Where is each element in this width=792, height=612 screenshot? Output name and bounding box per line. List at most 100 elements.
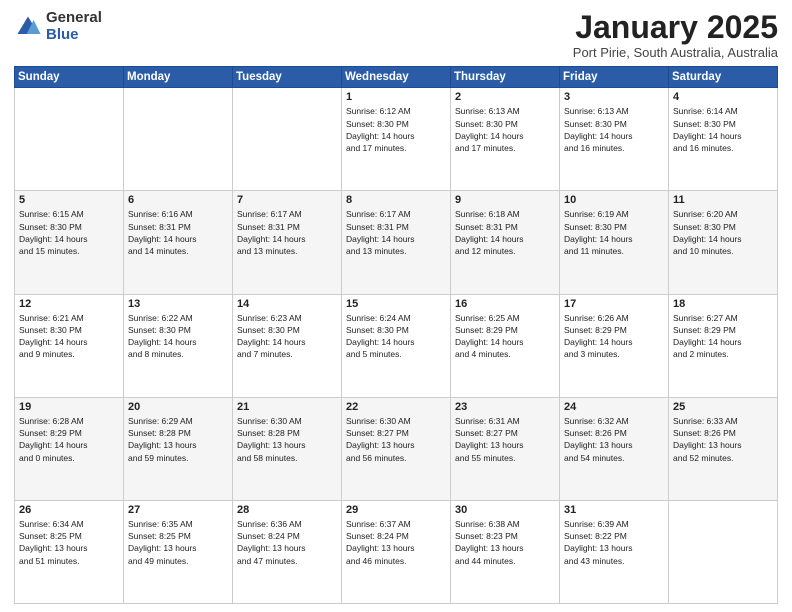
day-info: Sunrise: 6:38 AM Sunset: 8:23 PM Dayligh… <box>455 518 555 567</box>
month-title: January 2025 <box>573 10 778 45</box>
calendar-cell: 28 Sunrise: 6:36 AM Sunset: 8:24 PM Dayli… <box>233 500 342 603</box>
day-number: 24 <box>564 401 664 413</box>
day-info: Sunrise: 6:35 AM Sunset: 8:25 PM Dayligh… <box>128 518 228 567</box>
day-number: 21 <box>237 401 337 413</box>
calendar-cell: 15Sunrise: 6:24 AM Sunset: 8:30 PM Dayli… <box>342 294 451 397</box>
calendar-cell: 1 Sunrise: 6:12 AM Sunset: 8:30 PM Daylig… <box>342 88 451 191</box>
calendar-cell: 25Sunrise: 6:33 AM Sunset: 8:26 PM Dayli… <box>669 397 778 500</box>
day-info: Sunrise: 6:13 AM Sunset: 8:30 PM Dayligh… <box>455 105 555 154</box>
header: General Blue January 2025 Port Pirie, So… <box>14 10 778 60</box>
day-number: 5 <box>19 194 119 206</box>
calendar-week-2: 5 Sunrise: 6:15 AM Sunset: 8:30 PM Daylig… <box>15 191 778 294</box>
day-info: Sunrise: 6:12 AM Sunset: 8:30 PM Dayligh… <box>346 105 446 154</box>
day-number: 3 <box>564 91 664 103</box>
day-header-friday: Friday <box>560 67 669 88</box>
calendar-cell: 19Sunrise: 6:28 AM Sunset: 8:29 PM Dayli… <box>15 397 124 500</box>
calendar-cell: 21Sunrise: 6:30 AM Sunset: 8:28 PM Dayli… <box>233 397 342 500</box>
calendar-week-1: 1 Sunrise: 6:12 AM Sunset: 8:30 PM Daylig… <box>15 88 778 191</box>
day-number: 16 <box>455 298 555 310</box>
day-info: Sunrise: 6:15 AM Sunset: 8:30 PM Dayligh… <box>19 208 119 257</box>
calendar-cell: 2 Sunrise: 6:13 AM Sunset: 8:30 PM Daylig… <box>451 88 560 191</box>
day-info: Sunrise: 6:37 AM Sunset: 8:24 PM Dayligh… <box>346 518 446 567</box>
calendar-cell: 11Sunrise: 6:20 AM Sunset: 8:30 PM Dayli… <box>669 191 778 294</box>
day-info: Sunrise: 6:21 AM Sunset: 8:30 PM Dayligh… <box>19 312 119 361</box>
calendar-cell: 6 Sunrise: 6:16 AM Sunset: 8:31 PM Daylig… <box>124 191 233 294</box>
day-number: 28 <box>237 504 337 516</box>
day-number: 27 <box>128 504 228 516</box>
calendar-cell: 31 Sunrise: 6:39 AM Sunset: 8:22 PM Dayli… <box>560 500 669 603</box>
day-info: Sunrise: 6:17 AM Sunset: 8:31 PM Dayligh… <box>346 208 446 257</box>
day-header-thursday: Thursday <box>451 67 560 88</box>
day-number: 9 <box>455 194 555 206</box>
day-info: Sunrise: 6:28 AM Sunset: 8:29 PM Dayligh… <box>19 415 119 464</box>
day-number: 26 <box>19 504 119 516</box>
day-info: Sunrise: 6:23 AM Sunset: 8:30 PM Dayligh… <box>237 312 337 361</box>
day-info: Sunrise: 6:14 AM Sunset: 8:30 PM Dayligh… <box>673 105 773 154</box>
day-number: 22 <box>346 401 446 413</box>
day-number: 31 <box>564 504 664 516</box>
calendar-table: SundayMondayTuesdayWednesdayThursdayFrid… <box>14 66 778 604</box>
day-number: 14 <box>237 298 337 310</box>
day-number: 10 <box>564 194 664 206</box>
calendar-header-row: SundayMondayTuesdayWednesdayThursdayFrid… <box>15 67 778 88</box>
day-number: 2 <box>455 91 555 103</box>
day-info: Sunrise: 6:30 AM Sunset: 8:27 PM Dayligh… <box>346 415 446 464</box>
day-info: Sunrise: 6:18 AM Sunset: 8:31 PM Dayligh… <box>455 208 555 257</box>
calendar-cell <box>15 88 124 191</box>
day-number: 6 <box>128 194 228 206</box>
day-info: Sunrise: 6:25 AM Sunset: 8:29 PM Dayligh… <box>455 312 555 361</box>
day-header-tuesday: Tuesday <box>233 67 342 88</box>
calendar-cell: 26 Sunrise: 6:34 AM Sunset: 8:25 PM Dayli… <box>15 500 124 603</box>
calendar-cell: 10Sunrise: 6:19 AM Sunset: 8:30 PM Dayli… <box>560 191 669 294</box>
day-number: 12 <box>19 298 119 310</box>
calendar-week-3: 12 Sunrise: 6:21 AM Sunset: 8:30 PM Dayli… <box>15 294 778 397</box>
calendar-cell: 5 Sunrise: 6:15 AM Sunset: 8:30 PM Daylig… <box>15 191 124 294</box>
day-number: 30 <box>455 504 555 516</box>
day-info: Sunrise: 6:22 AM Sunset: 8:30 PM Dayligh… <box>128 312 228 361</box>
calendar-cell: 30 Sunrise: 6:38 AM Sunset: 8:23 PM Dayli… <box>451 500 560 603</box>
logo: General Blue <box>14 10 102 43</box>
calendar-cell: 20Sunrise: 6:29 AM Sunset: 8:28 PM Dayli… <box>124 397 233 500</box>
calendar-cell: 29Sunrise: 6:37 AM Sunset: 8:24 PM Dayli… <box>342 500 451 603</box>
calendar-cell: 13 Sunrise: 6:22 AM Sunset: 8:30 PM Dayli… <box>124 294 233 397</box>
day-info: Sunrise: 6:31 AM Sunset: 8:27 PM Dayligh… <box>455 415 555 464</box>
calendar-cell: 24 Sunrise: 6:32 AM Sunset: 8:26 PM Dayli… <box>560 397 669 500</box>
day-info: Sunrise: 6:27 AM Sunset: 8:29 PM Dayligh… <box>673 312 773 361</box>
day-info: Sunrise: 6:29 AM Sunset: 8:28 PM Dayligh… <box>128 415 228 464</box>
day-info: Sunrise: 6:34 AM Sunset: 8:25 PM Dayligh… <box>19 518 119 567</box>
calendar-cell: 23 Sunrise: 6:31 AM Sunset: 8:27 PM Dayli… <box>451 397 560 500</box>
day-number: 13 <box>128 298 228 310</box>
day-info: Sunrise: 6:16 AM Sunset: 8:31 PM Dayligh… <box>128 208 228 257</box>
calendar-cell: 17Sunrise: 6:26 AM Sunset: 8:29 PM Dayli… <box>560 294 669 397</box>
day-number: 17 <box>564 298 664 310</box>
day-number: 25 <box>673 401 773 413</box>
day-info: Sunrise: 6:32 AM Sunset: 8:26 PM Dayligh… <box>564 415 664 464</box>
day-info: Sunrise: 6:13 AM Sunset: 8:30 PM Dayligh… <box>564 105 664 154</box>
day-number: 4 <box>673 91 773 103</box>
day-header-sunday: Sunday <box>15 67 124 88</box>
day-header-saturday: Saturday <box>669 67 778 88</box>
calendar-cell: 3 Sunrise: 6:13 AM Sunset: 8:30 PM Daylig… <box>560 88 669 191</box>
day-info: Sunrise: 6:20 AM Sunset: 8:30 PM Dayligh… <box>673 208 773 257</box>
calendar-cell: 18 Sunrise: 6:27 AM Sunset: 8:29 PM Dayli… <box>669 294 778 397</box>
day-header-wednesday: Wednesday <box>342 67 451 88</box>
calendar-cell: 27 Sunrise: 6:35 AM Sunset: 8:25 PM Dayli… <box>124 500 233 603</box>
calendar-cell <box>233 88 342 191</box>
day-info: Sunrise: 6:39 AM Sunset: 8:22 PM Dayligh… <box>564 518 664 567</box>
day-number: 23 <box>455 401 555 413</box>
calendar-cell: 8Sunrise: 6:17 AM Sunset: 8:31 PM Daylig… <box>342 191 451 294</box>
calendar-cell: 4 Sunrise: 6:14 AM Sunset: 8:30 PM Daylig… <box>669 88 778 191</box>
calendar-cell: 22 Sunrise: 6:30 AM Sunset: 8:27 PM Dayli… <box>342 397 451 500</box>
subtitle: Port Pirie, South Australia, Australia <box>573 45 778 60</box>
calendar-cell: 7Sunrise: 6:17 AM Sunset: 8:31 PM Daylig… <box>233 191 342 294</box>
calendar-week-4: 19Sunrise: 6:28 AM Sunset: 8:29 PM Dayli… <box>15 397 778 500</box>
calendar-week-5: 26 Sunrise: 6:34 AM Sunset: 8:25 PM Dayli… <box>15 500 778 603</box>
day-number: 18 <box>673 298 773 310</box>
day-info: Sunrise: 6:17 AM Sunset: 8:31 PM Dayligh… <box>237 208 337 257</box>
day-number: 15 <box>346 298 446 310</box>
title-block: January 2025 Port Pirie, South Australia… <box>573 10 778 60</box>
day-number: 1 <box>346 91 446 103</box>
day-info: Sunrise: 6:36 AM Sunset: 8:24 PM Dayligh… <box>237 518 337 567</box>
page: General Blue January 2025 Port Pirie, So… <box>0 0 792 612</box>
calendar-cell <box>124 88 233 191</box>
